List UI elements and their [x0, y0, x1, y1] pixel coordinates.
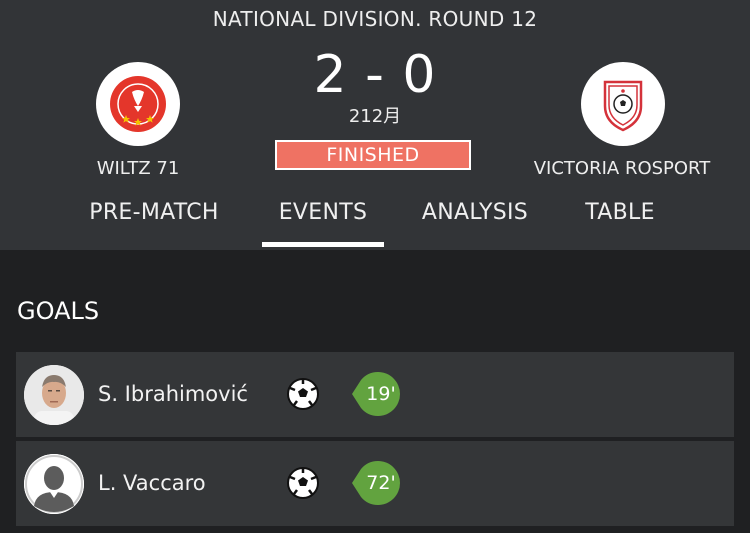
tab-events[interactable]: EVENTS — [262, 200, 384, 225]
away-team-logo[interactable] — [581, 62, 665, 146]
tab-table[interactable]: TABLE — [565, 200, 675, 225]
goal-minute-badge: 72' — [352, 461, 400, 505]
player-name: S. Ibrahimović — [98, 382, 248, 406]
player-avatar — [24, 454, 84, 514]
home-team-name[interactable]: WILTZ 71 — [78, 158, 198, 179]
active-tab-indicator — [262, 242, 384, 247]
player-photo-icon — [24, 365, 84, 425]
victoria-rosport-crest-icon — [603, 80, 643, 132]
away-team-name[interactable]: VICTORIA ROSPORT — [522, 158, 722, 179]
tab-analysis[interactable]: ANALYSIS — [405, 200, 545, 225]
tab-pre-match[interactable]: PRE-MATCH — [74, 200, 234, 225]
goal-minute-badge: 19' — [352, 372, 400, 416]
goal-row[interactable]: S. Ibrahimović 19' — [16, 352, 734, 437]
player-name: L. Vaccaro — [98, 471, 206, 495]
player-placeholder-icon — [24, 454, 84, 514]
player-avatar — [24, 365, 84, 425]
goal-row[interactable]: L. Vaccaro 72' — [16, 441, 734, 526]
goal-minute: 72' — [366, 472, 396, 494]
goal-minute: 19' — [366, 383, 396, 405]
goals-section-title: GOALS — [17, 297, 100, 325]
soccer-ball-icon — [287, 467, 319, 499]
soccer-ball-icon — [287, 378, 319, 410]
round-title: NATIONAL DIVISION. ROUND 12 — [212, 7, 538, 31]
match-header: NATIONAL DIVISION. ROUND 12 WILTZ 71 2 -… — [0, 0, 750, 250]
status-badge: FINISHED — [275, 140, 471, 170]
